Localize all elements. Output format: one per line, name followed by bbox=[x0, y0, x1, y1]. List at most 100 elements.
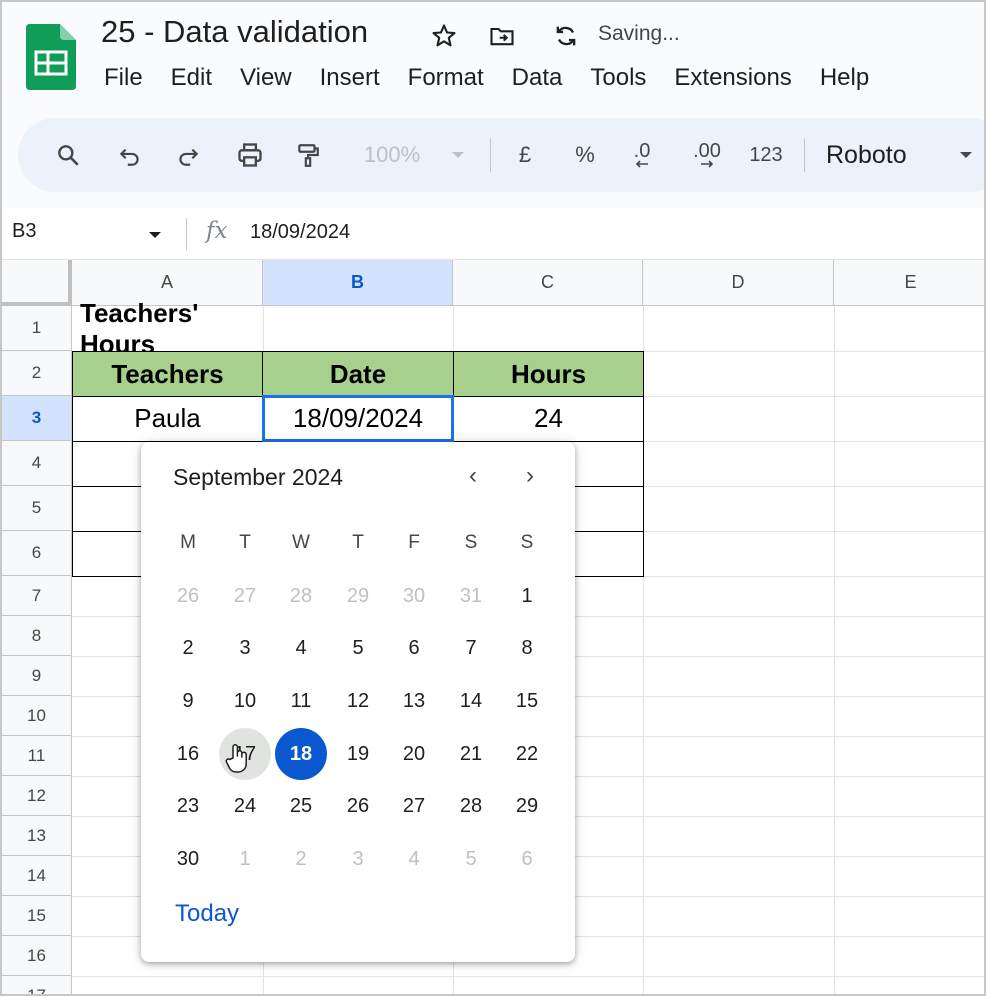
calendar-day[interactable]: 15 bbox=[501, 675, 553, 727]
calendar-day[interactable]: 25 bbox=[275, 780, 327, 832]
cell-a2-header[interactable]: Teachers bbox=[72, 351, 263, 397]
calendar-day[interactable]: 8 bbox=[501, 622, 553, 674]
font-family-select[interactable]: Roboto bbox=[826, 118, 932, 192]
search-menus-icon[interactable] bbox=[50, 118, 86, 192]
row-header-15[interactable]: 15 bbox=[2, 896, 72, 936]
previous-month-button[interactable]: ‹ bbox=[458, 462, 488, 490]
calendar-day[interactable]: 28 bbox=[445, 780, 497, 832]
row-header-7[interactable]: 7 bbox=[2, 576, 72, 616]
document-title[interactable]: 25 - Data validation bbox=[101, 14, 368, 50]
active-cell-b3[interactable]: 18/09/2024 bbox=[262, 395, 454, 442]
calendar-day-next-month[interactable]: 2 bbox=[275, 833, 327, 885]
name-box[interactable]: B3 bbox=[12, 220, 36, 243]
calendar-day[interactable]: 2 bbox=[162, 622, 214, 674]
calendar-day[interactable]: 1 bbox=[501, 570, 553, 622]
calendar-day-prev-month[interactable]: 26 bbox=[162, 570, 214, 622]
calendar-day[interactable]: 16 bbox=[162, 728, 214, 780]
row-header-8[interactable]: 8 bbox=[2, 616, 72, 656]
cell-a3[interactable]: Paula bbox=[72, 396, 263, 442]
row-header-13[interactable]: 13 bbox=[2, 816, 72, 856]
menu-file[interactable]: File bbox=[90, 62, 157, 94]
calendar-day[interactable]: 30 bbox=[162, 833, 214, 885]
calendar-day[interactable]: 20 bbox=[388, 728, 440, 780]
menu-insert[interactable]: Insert bbox=[306, 62, 394, 94]
name-box-dropdown-icon[interactable] bbox=[148, 230, 162, 240]
calendar-day-next-month[interactable]: 5 bbox=[445, 833, 497, 885]
row-header-11[interactable]: 11 bbox=[2, 736, 72, 776]
calendar-day[interactable]: 7 bbox=[445, 622, 497, 674]
increase-decimal-button[interactable]: .00 bbox=[684, 118, 730, 192]
cell-c2-header[interactable]: Hours bbox=[453, 351, 644, 397]
sheets-logo-icon[interactable] bbox=[26, 24, 76, 90]
next-month-button[interactable]: › bbox=[515, 462, 545, 490]
decrease-decimal-button[interactable]: .0 bbox=[622, 118, 662, 192]
calendar-day[interactable]: 19 bbox=[332, 728, 384, 780]
undo-icon[interactable] bbox=[112, 118, 148, 192]
calendar-day[interactable]: 13 bbox=[388, 675, 440, 727]
calendar-day[interactable]: 3 bbox=[219, 622, 271, 674]
menu-data[interactable]: Data bbox=[498, 62, 577, 94]
menu-help[interactable]: Help bbox=[806, 62, 883, 94]
today-button[interactable]: Today bbox=[175, 900, 239, 928]
calendar-day-selected[interactable]: 18 bbox=[275, 728, 327, 780]
calendar-day-next-month[interactable]: 4 bbox=[388, 833, 440, 885]
calendar-day[interactable]: 22 bbox=[501, 728, 553, 780]
calendar-day[interactable]: 29 bbox=[501, 780, 553, 832]
move-folder-icon[interactable] bbox=[486, 20, 518, 52]
menu-tools[interactable]: Tools bbox=[576, 62, 660, 94]
row-header-9[interactable]: 9 bbox=[2, 656, 72, 696]
calendar-day[interactable]: 12 bbox=[332, 675, 384, 727]
menu-extensions[interactable]: Extensions bbox=[660, 62, 805, 94]
row-header-1[interactable]: 1 bbox=[2, 306, 72, 351]
cell-b2-header[interactable]: Date bbox=[262, 351, 454, 397]
menu-format[interactable]: Format bbox=[394, 62, 498, 94]
calendar-day[interactable]: 9 bbox=[162, 675, 214, 727]
calendar-day[interactable]: 5 bbox=[332, 622, 384, 674]
calendar-day[interactable]: 4 bbox=[275, 622, 327, 674]
font-dropdown-icon[interactable] bbox=[954, 118, 978, 192]
calendar-day[interactable]: 21 bbox=[445, 728, 497, 780]
calendar-day[interactable]: 27 bbox=[388, 780, 440, 832]
cell-a1-title[interactable]: Teachers' Hours bbox=[80, 298, 198, 359]
zoom-dropdown-icon[interactable] bbox=[446, 118, 470, 192]
row-header-5[interactable]: 5 bbox=[2, 486, 72, 531]
row-header-17[interactable]: 17 bbox=[2, 976, 72, 994]
calendar-day-next-month[interactable]: 1 bbox=[219, 833, 271, 885]
row-header-10[interactable]: 10 bbox=[2, 696, 72, 736]
menu-edit[interactable]: Edit bbox=[157, 62, 226, 94]
calendar-day-prev-month[interactable]: 29 bbox=[332, 570, 384, 622]
row-header-14[interactable]: 14 bbox=[2, 856, 72, 896]
row-header-12[interactable]: 12 bbox=[2, 776, 72, 816]
formula-input[interactable]: 18/09/2024 bbox=[250, 221, 350, 244]
calendar-day-prev-month[interactable]: 30 bbox=[388, 570, 440, 622]
star-icon[interactable] bbox=[428, 20, 460, 52]
menu-view[interactable]: View bbox=[226, 62, 306, 94]
row-header-4[interactable]: 4 bbox=[2, 441, 72, 486]
calendar-day[interactable]: 10 bbox=[219, 675, 271, 727]
calendar-day[interactable]: 11 bbox=[275, 675, 327, 727]
sync-status-icon[interactable] bbox=[550, 20, 582, 52]
column-header-b[interactable]: B bbox=[263, 260, 453, 306]
calendar-day-next-month[interactable]: 3 bbox=[332, 833, 384, 885]
row-header-16[interactable]: 16 bbox=[2, 936, 72, 976]
calendar-day-prev-month[interactable]: 28 bbox=[275, 570, 327, 622]
select-all-corner[interactable] bbox=[2, 260, 72, 306]
currency-format-button[interactable]: £ bbox=[510, 118, 540, 192]
row-header-6[interactable]: 6 bbox=[2, 531, 72, 576]
calendar-day-next-month[interactable]: 6 bbox=[501, 833, 553, 885]
calendar-day[interactable]: 24 bbox=[219, 780, 271, 832]
calendar-day-prev-month[interactable]: 27 bbox=[219, 570, 271, 622]
row-header-2[interactable]: 2 bbox=[2, 351, 72, 396]
calendar-day[interactable]: 23 bbox=[162, 780, 214, 832]
percent-format-button[interactable]: % bbox=[570, 118, 600, 192]
zoom-select[interactable]: 100% bbox=[352, 118, 432, 192]
column-header-e[interactable]: E bbox=[834, 260, 984, 306]
redo-icon[interactable] bbox=[170, 118, 206, 192]
calendar-day-prev-month[interactable]: 31 bbox=[445, 570, 497, 622]
row-header-3[interactable]: 3 bbox=[2, 396, 72, 441]
column-header-d[interactable]: D bbox=[643, 260, 834, 306]
calendar-day[interactable]: 26 bbox=[332, 780, 384, 832]
paint-format-icon[interactable] bbox=[290, 118, 326, 192]
calendar-day[interactable]: 14 bbox=[445, 675, 497, 727]
calendar-day[interactable]: 6 bbox=[388, 622, 440, 674]
